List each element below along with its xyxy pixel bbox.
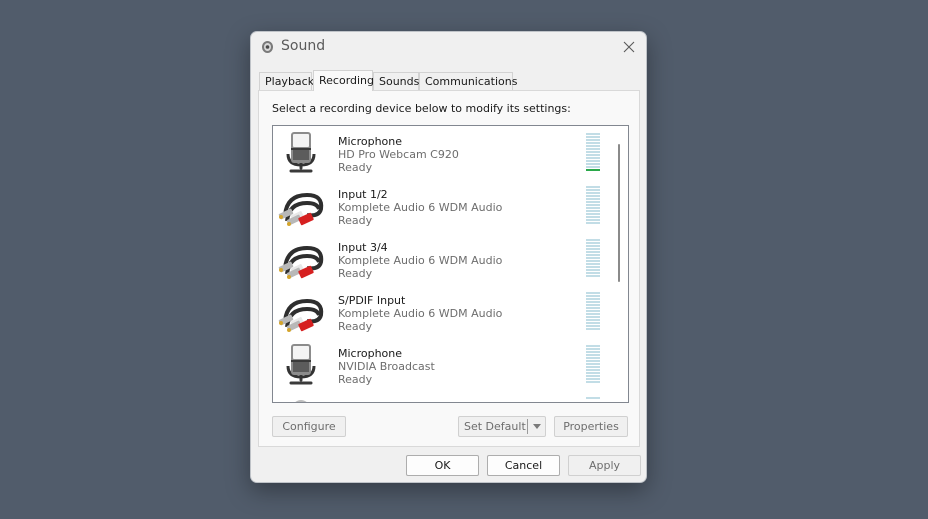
properties-button[interactable]: Properties [554, 416, 628, 437]
chevron-down-icon[interactable] [530, 417, 544, 436]
set-default-split-button[interactable]: Set Default [458, 416, 546, 437]
rca-cable-icon [277, 185, 325, 227]
device-status: Ready [338, 320, 373, 333]
close-icon [623, 41, 635, 53]
list-item-partial [273, 392, 613, 402]
level-meter [586, 345, 600, 385]
configure-button[interactable]: Configure [272, 416, 346, 437]
device-description: HD Pro Webcam C920 [338, 148, 459, 161]
device-name: S/PDIF Input [338, 294, 406, 307]
device-name: Microphone [338, 135, 403, 148]
sound-dialog: Sound Playback Recording Sounds Communic… [250, 31, 647, 483]
device-status: Ready [338, 267, 373, 280]
vertical-scrollbar[interactable] [612, 126, 628, 402]
tab-playback[interactable]: Playback [259, 72, 314, 91]
device-item[interactable]: S/PDIF Input Komplete Audio 6 WDM Audio Re… [273, 285, 613, 338]
device-description: Komplete Audio 6 WDM Audio [338, 254, 503, 267]
level-meter [586, 133, 600, 173]
microphone-icon [295, 400, 307, 402]
cancel-button[interactable]: Cancel [487, 455, 560, 476]
microphone-icon [277, 132, 325, 174]
speaker-icon [262, 41, 273, 53]
device-description: Komplete Audio 6 WDM Audio [338, 307, 503, 320]
rca-cable-icon [277, 291, 325, 333]
device-item[interactable]: Microphone NVIDIA Broadcast Ready [273, 338, 613, 391]
recording-panel: Select a recording device below to modif… [258, 90, 640, 447]
device-description: NVIDIA Broadcast [338, 360, 435, 373]
device-name: Microphone [338, 347, 403, 360]
tab-sounds[interactable]: Sounds [373, 72, 419, 91]
split-divider [527, 419, 528, 434]
device-list[interactable]: Microphone HD Pro Webcam C920 Ready Input 1… [272, 125, 629, 403]
instruction-text: Select a recording device below to modif… [272, 102, 571, 115]
tab-recording[interactable]: Recording [313, 70, 374, 91]
title-bar: Sound [251, 32, 646, 62]
set-default-label: Set Default [464, 420, 526, 433]
window-title: Sound [281, 38, 326, 54]
device-item[interactable]: Microphone HD Pro Webcam C920 Ready [273, 126, 613, 179]
device-item[interactable]: Input 3/4 Komplete Audio 6 WDM Audio Ready [273, 232, 613, 285]
device-item[interactable]: Input 1/2 Komplete Audio 6 WDM Audio Ready [273, 179, 613, 232]
level-meter-partial [586, 397, 600, 399]
device-status: Ready [338, 373, 373, 386]
microphone-icon [277, 344, 325, 386]
level-meter [586, 292, 600, 332]
device-name: Input 3/4 [338, 241, 388, 254]
apply-button[interactable]: Apply [568, 455, 641, 476]
device-description: Komplete Audio 6 WDM Audio [338, 201, 503, 214]
level-meter [586, 186, 600, 226]
device-status: Ready [338, 161, 373, 174]
device-status: Ready [338, 214, 373, 227]
close-button[interactable] [616, 34, 642, 60]
level-meter [586, 239, 600, 279]
scrollbar-thumb[interactable] [618, 144, 620, 282]
rca-cable-icon [277, 238, 325, 280]
device-name: Input 1/2 [338, 188, 388, 201]
tab-communications[interactable]: Communications [419, 72, 517, 91]
ok-button[interactable]: OK [406, 455, 479, 476]
